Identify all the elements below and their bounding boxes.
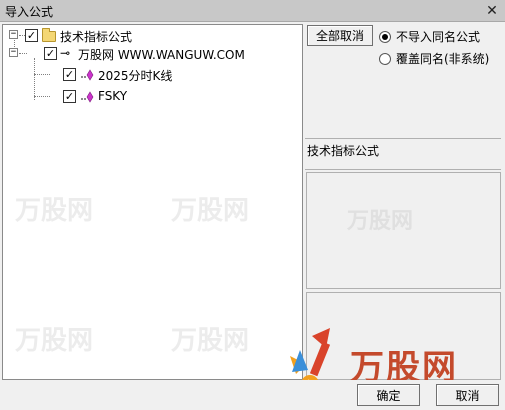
expander-site[interactable]: − bbox=[9, 48, 18, 57]
formula-icon bbox=[81, 91, 94, 103]
tree-line bbox=[34, 96, 50, 97]
watermark: 万股网 bbox=[347, 209, 414, 234]
window-title: 导入公式 bbox=[5, 5, 54, 19]
watermark: 万股网 bbox=[171, 326, 250, 356]
tree-line bbox=[19, 53, 27, 54]
checkbox-formula-2[interactable]: ✓ bbox=[63, 90, 76, 103]
checkbox-formula-1[interactable]: ✓ bbox=[63, 68, 76, 81]
cancel-button[interactable]: 取消 bbox=[436, 384, 499, 406]
formula-detail-box[interactable] bbox=[306, 292, 501, 380]
close-button[interactable]: ✕ bbox=[482, 1, 502, 20]
watermark: 万股网 bbox=[15, 326, 94, 356]
deselect-all-button[interactable]: 全部取消 bbox=[307, 25, 373, 46]
checkbox-site[interactable]: ✓ bbox=[44, 47, 57, 60]
formula-tree[interactable]: − ✓ 技术指标公式 − ✓ ⊸ 万股网 WWW.WANGUW.COM ✓ 20… bbox=[2, 24, 303, 380]
radio-circle[interactable] bbox=[379, 30, 391, 43]
folder-icon bbox=[42, 28, 56, 42]
radio-no-import-label: 不导入同名公式 bbox=[396, 30, 481, 44]
radio-overwrite[interactable]: 覆盖同名(非系统) bbox=[379, 50, 489, 67]
radio-overwrite-label: 覆盖同名(非系统) bbox=[396, 52, 490, 66]
tree-node-formula-1-label[interactable]: 2025分时K线 bbox=[98, 67, 172, 84]
radio-no-import[interactable]: 不导入同名公式 bbox=[379, 28, 480, 45]
ok-button[interactable]: 确定 bbox=[357, 384, 420, 406]
section-header: 技术指标公式 bbox=[305, 138, 501, 170]
tree-node-site-label[interactable]: 万股网 WWW.WANGUW.COM bbox=[78, 46, 245, 63]
section-label: 技术指标公式 bbox=[307, 144, 380, 158]
tree-line bbox=[34, 74, 50, 75]
key-icon: ⊸ bbox=[60, 46, 71, 60]
close-icon: ✕ bbox=[486, 2, 498, 19]
watermark: 万股网 bbox=[171, 196, 250, 226]
formula-description-box[interactable]: 万股网 bbox=[306, 172, 501, 289]
radio-circle[interactable] bbox=[379, 52, 391, 65]
footer-bar: 确定 取消 bbox=[0, 380, 505, 410]
options-panel: 全部取消 不导入同名公式 覆盖同名(非系统) 技术指标公式 万股网 bbox=[305, 24, 503, 380]
expander-root[interactable]: − bbox=[9, 30, 18, 39]
title-bar: 导入公式 ✕ bbox=[0, 0, 505, 22]
checkbox-root[interactable]: ✓ bbox=[25, 29, 38, 42]
tree-node-root-label[interactable]: 技术指标公式 bbox=[60, 28, 132, 45]
formula-icon bbox=[81, 69, 94, 81]
watermark: 万股网 bbox=[15, 196, 94, 226]
tree-node-formula-2-label[interactable]: FSKY bbox=[98, 89, 127, 103]
tree-line bbox=[34, 58, 35, 100]
